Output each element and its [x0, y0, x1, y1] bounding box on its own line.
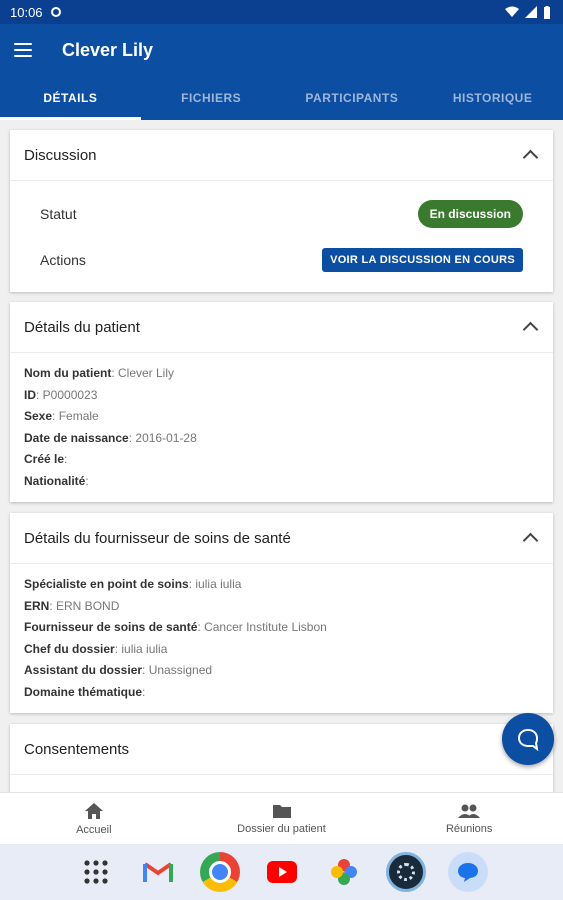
chevron-up-icon[interactable] — [521, 318, 539, 336]
home-icon — [84, 803, 103, 819]
page-title: Clever Lily — [62, 39, 154, 60]
tab-bar: DÉTAILS FICHIERS PARTICIPANTS HISTORIQUE — [0, 76, 563, 120]
clock: 10:06 — [10, 4, 43, 20]
discussion-header[interactable]: Discussion — [10, 130, 553, 181]
patient-field: Sexe: Female — [24, 409, 99, 423]
chevron-up-icon[interactable] — [521, 146, 539, 164]
nav-patient-file[interactable]: Dossier du patient — [188, 793, 376, 845]
discussion-card: Discussion Statut En discussion Actions … — [10, 130, 553, 292]
nav-home[interactable]: Accueil — [0, 793, 188, 845]
app-grid-icon[interactable] — [76, 852, 116, 892]
patient-field: Créé le: — [24, 452, 68, 466]
patient-details-title: Détails du patient — [24, 318, 140, 336]
provider-field: Fournisseur de soins de santé: Cancer In… — [24, 620, 327, 634]
people-icon — [458, 804, 481, 818]
tab-history[interactable]: HISTORIQUE — [422, 76, 563, 120]
patient-details-card: Détails du patient Nom du patient: Cleve… — [10, 302, 553, 502]
camera-app-icon[interactable] — [385, 852, 426, 892]
actions-label: Actions — [40, 252, 86, 268]
patient-field: Nationalité: — [24, 473, 89, 488]
photos-icon[interactable] — [324, 852, 364, 892]
wifi-icon — [505, 6, 519, 17]
provider-field: Spécialiste en point de soins: iulia iul… — [24, 577, 242, 591]
provider-field: ERN: ERN BOND — [24, 598, 120, 613]
status-row: Statut En discussion — [10, 191, 553, 237]
battery-icon — [544, 5, 550, 19]
app-bar: Clever Lily — [0, 24, 563, 76]
status-badge: En discussion — [417, 200, 523, 228]
notification-icon — [50, 7, 61, 17]
consent-card: Consentements — [10, 724, 553, 792]
messages-icon[interactable] — [447, 852, 488, 892]
provider-field: Assistant du dossier: Unassigned — [24, 663, 213, 677]
view-discussion-button[interactable]: VOIR LA DISCUSSION EN COURS — [322, 248, 523, 272]
bottom-navigation: Accueil Dossier du patient Réunions — [0, 792, 563, 845]
patient-field: ID: P0000023 — [24, 387, 98, 402]
nav-meetings-label: Réunions — [445, 823, 493, 835]
nav-patient-file-label: Dossier du patient — [237, 823, 326, 835]
chrome-icon[interactable] — [199, 852, 240, 892]
nav-home-label: Accueil — [76, 824, 112, 836]
consent-title: Consentements — [24, 740, 130, 758]
patient-field: Date de naissance: 2016-01-28 — [24, 430, 197, 445]
tab-files[interactable]: FICHIERS — [141, 76, 282, 120]
chat-bubble-icon — [517, 728, 539, 751]
provider-details-card: Détails du fournisseur de soins de santé… — [10, 513, 553, 713]
youtube-icon[interactable] — [262, 852, 302, 892]
details-content: Discussion Statut En discussion Actions … — [0, 120, 563, 792]
tab-details[interactable]: DÉTAILS — [0, 76, 141, 120]
provider-field: Chef du dossier: iulia iulia — [24, 641, 168, 656]
provider-field: Domaine thématique: — [24, 684, 146, 699]
signal-icon — [525, 6, 537, 18]
consent-header[interactable]: Consentements — [10, 724, 553, 775]
nav-meetings[interactable]: Réunions — [375, 793, 563, 845]
system-status-bar: 10:06 — [0, 0, 563, 24]
patient-field: Nom du patient: Clever Lily — [24, 366, 175, 380]
provider-details-header[interactable]: Détails du fournisseur de soins de santé — [10, 513, 553, 564]
provider-details-title: Détails du fournisseur de soins de santé — [24, 529, 291, 547]
patient-details-header[interactable]: Détails du patient — [10, 302, 553, 353]
chat-fab-button[interactable] — [502, 713, 554, 765]
tab-participants[interactable]: PARTICIPANTS — [282, 76, 423, 120]
chevron-up-icon[interactable] — [521, 529, 539, 547]
menu-icon[interactable] — [14, 43, 32, 57]
discussion-title: Discussion — [24, 146, 97, 164]
status-label: Statut — [40, 206, 77, 222]
system-dock — [0, 844, 563, 900]
folder-icon — [272, 805, 291, 818]
gmail-icon[interactable] — [138, 852, 178, 892]
actions-row: Actions VOIR LA DISCUSSION EN COURS — [10, 237, 553, 283]
